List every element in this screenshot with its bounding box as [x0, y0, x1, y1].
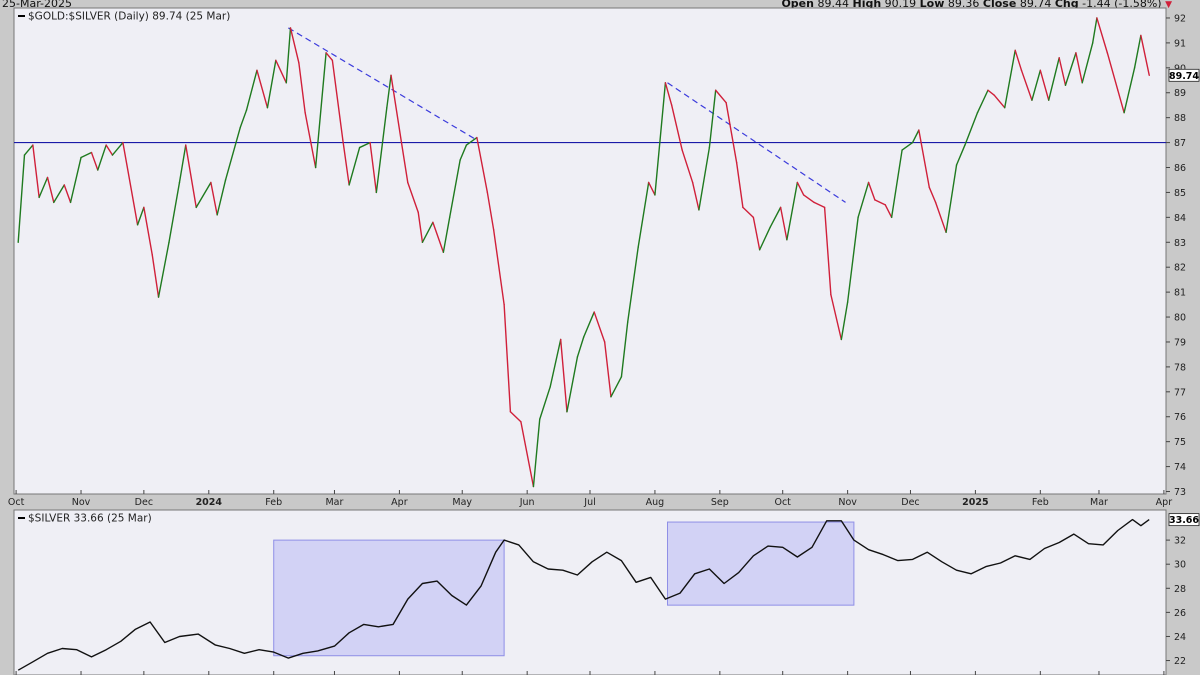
ratio-y-tick-label: 78: [1174, 362, 1186, 373]
x-tick-label: Apr: [1156, 497, 1173, 508]
x-tick-label: Mar: [1090, 497, 1108, 508]
ratio-y-tick-label: 91: [1174, 38, 1186, 49]
ratio-y-tick-label: 82: [1174, 263, 1186, 274]
chart-stage: 25-Mar-2025 Open 89.44 High 90.19 Low 89…: [0, 0, 1200, 675]
x-tick-label: Mar: [325, 497, 343, 508]
x-tick-label: Oct: [774, 497, 791, 508]
ratio-y-tick-label: 73: [1174, 487, 1186, 498]
x-tick-label: Jun: [519, 497, 535, 508]
highlight-box: [273, 539, 505, 657]
ratio-y-tick-label: 85: [1174, 188, 1186, 199]
x-tick-label: May: [452, 497, 472, 508]
ratio-panel: [13, 7, 1167, 495]
silver-y-tick-label: 26: [1174, 608, 1186, 619]
x-tick-label: Aug: [646, 497, 665, 508]
ratio-y-tick-label: 77: [1174, 387, 1186, 398]
x-tick-label: Dec: [135, 497, 153, 508]
ratio-y-tick-label: 83: [1174, 238, 1186, 249]
x-tick-label: Oct: [8, 497, 25, 508]
ratio-y-tick-label: 87: [1174, 138, 1186, 149]
ratio-y-tick-label: 86: [1174, 163, 1186, 174]
highlight-box: [666, 521, 855, 606]
x-tick-label: Feb: [1032, 497, 1049, 508]
ratio-y-tick-label: 81: [1174, 288, 1186, 299]
x-tick-label: 2024: [196, 497, 223, 508]
ratio-last-value-tag: 89.74: [1169, 71, 1199, 82]
ratio-title: $GOLD:$SILVER (Daily) 89.74 (25 Mar): [28, 11, 230, 23]
x-tick-label: 2025: [962, 497, 988, 508]
ratio-y-tick-label: 89: [1174, 88, 1186, 99]
ratio-y-tick-label: 76: [1174, 412, 1186, 423]
ratio-y-tick-label: 80: [1174, 313, 1186, 324]
ratio-y-tick-label: 88: [1174, 113, 1186, 124]
ratio-y-tick-label: 75: [1174, 437, 1186, 448]
silver-panel: [13, 509, 1167, 675]
ratio-y-tick-label: 92: [1174, 13, 1186, 24]
ratio-y-tick-label: 74: [1174, 462, 1186, 473]
silver-y-tick-label: 32: [1174, 536, 1186, 547]
x-tick-label: Apr: [391, 497, 408, 508]
silver-y-tick-label: 30: [1174, 560, 1186, 571]
ratio-y-tick-label: 79: [1174, 337, 1186, 348]
x-tick-label: Nov: [838, 497, 857, 508]
x-tick-label: Feb: [265, 497, 282, 508]
x-tick-label: Jul: [583, 497, 595, 508]
silver-title: $SILVER 33.66 (25 Mar): [28, 513, 152, 525]
x-tick-label: Dec: [901, 497, 919, 508]
ratio-y-tick-label: 84: [1174, 213, 1186, 224]
silver-last-value-tag: 33.66: [1169, 515, 1199, 526]
silver-y-tick-label: 22: [1174, 656, 1186, 667]
silver-y-tick-label: 24: [1174, 632, 1186, 643]
x-tick-label: Sep: [711, 497, 729, 508]
x-tick-label: Nov: [72, 497, 91, 508]
chart-svg: 7374757677787980818283848586878889909192…: [8, 7, 1199, 675]
silver-y-tick-label: 28: [1174, 584, 1186, 595]
